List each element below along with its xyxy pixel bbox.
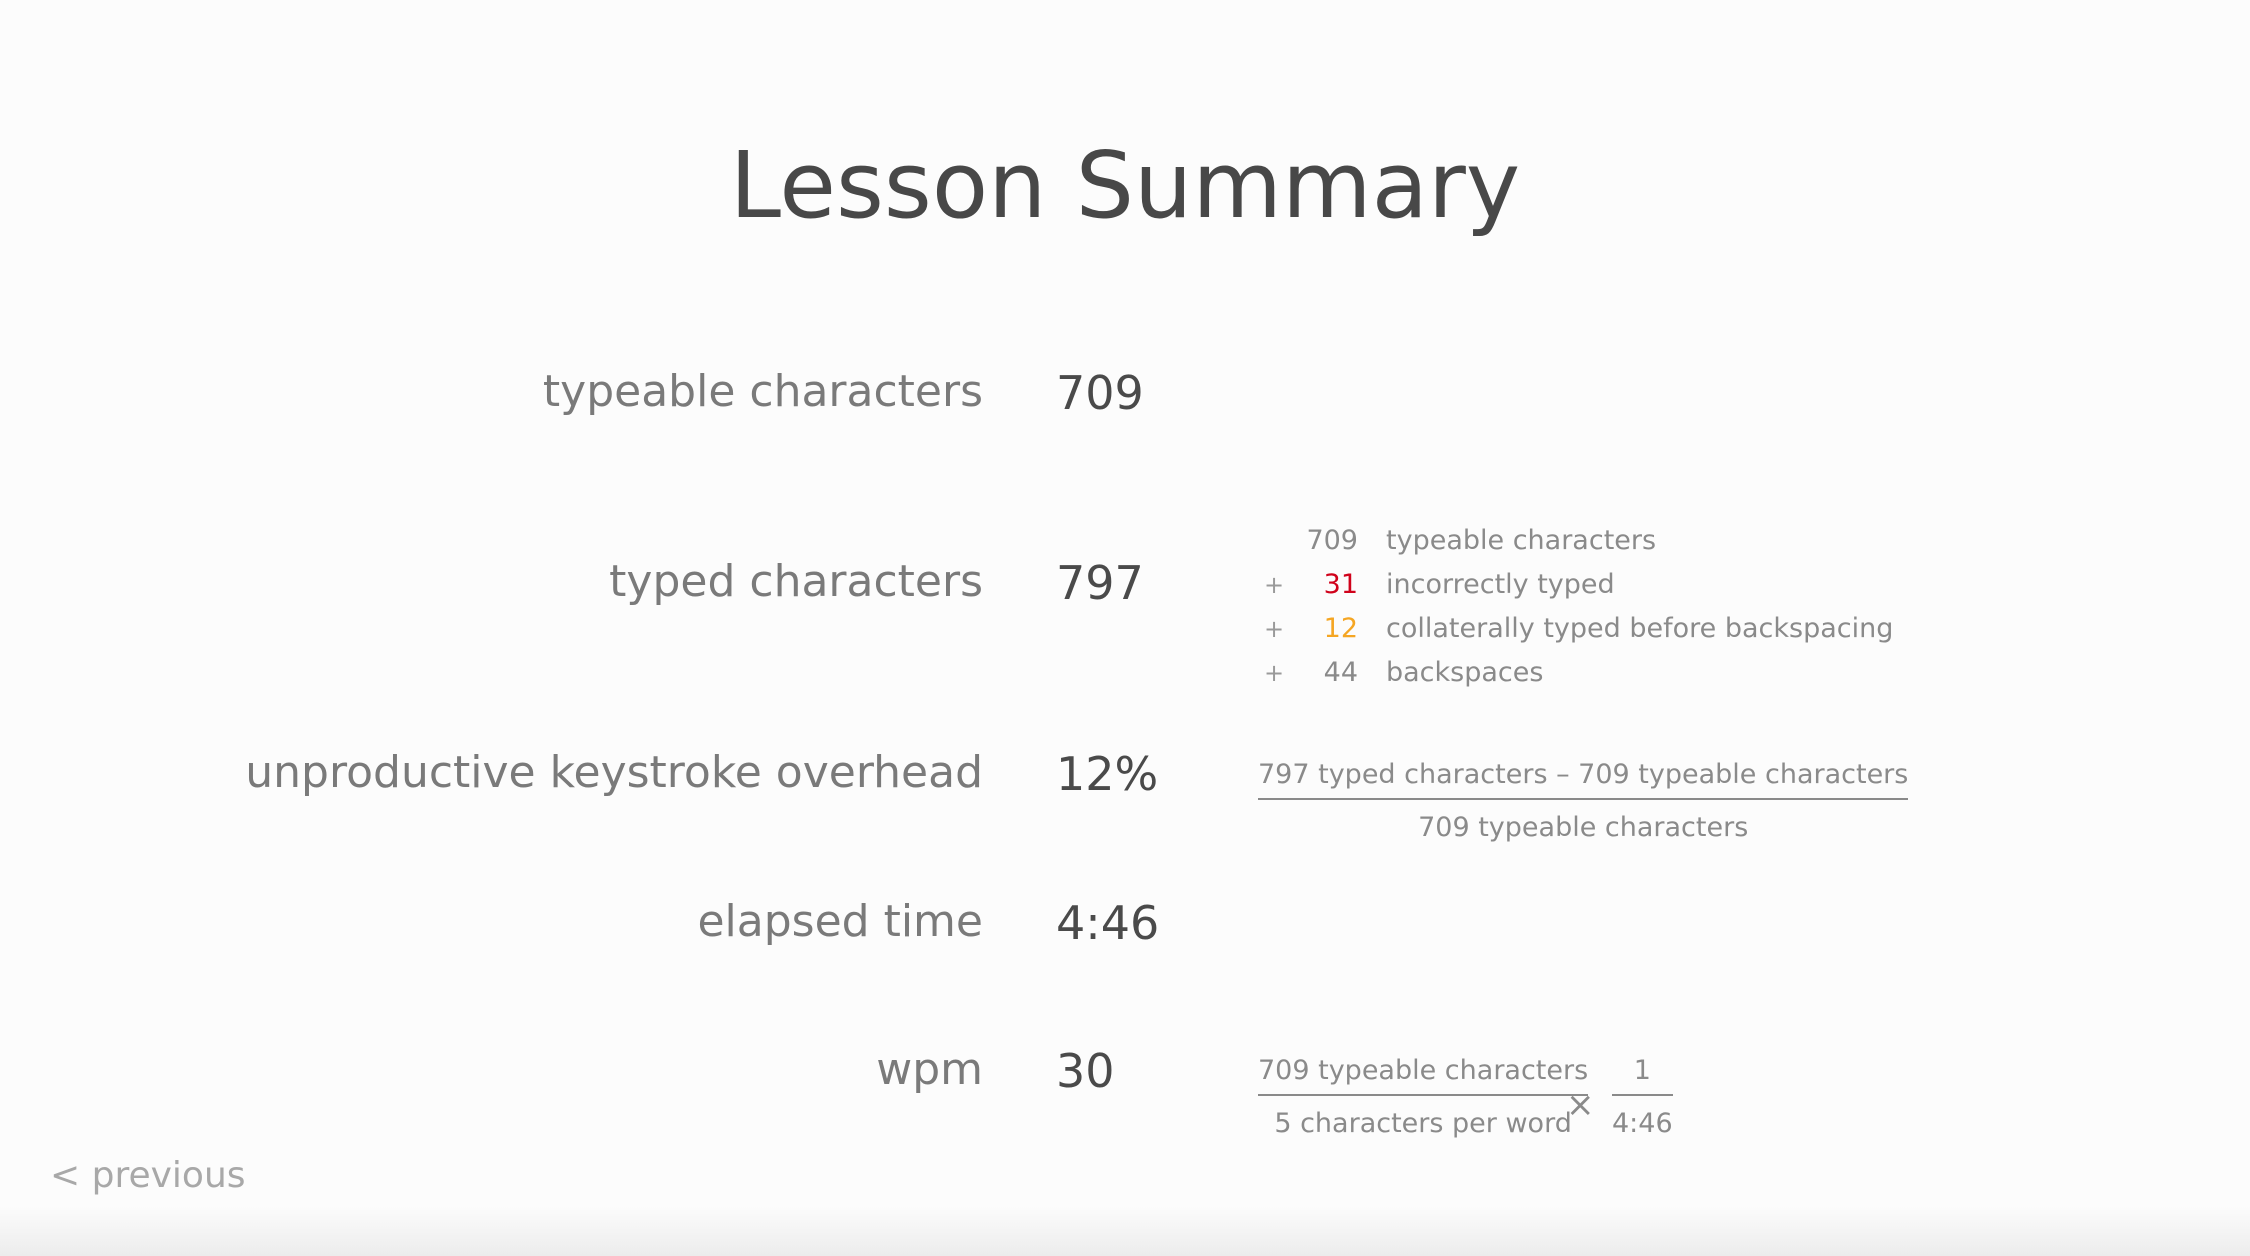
metric-label-typeable-characters: typeable characters [542, 366, 983, 417]
wpm-formula-left-fraction: 709 typeable characters 5 characters per… [1258, 1055, 1589, 1139]
overhead-formula-denominator: 709 typeable characters [1418, 812, 1749, 843]
metric-label-overhead: unproductive keystroke overhead [245, 747, 983, 798]
metric-value-overhead: 12% [1056, 747, 1159, 801]
previous-link[interactable]: < previous [50, 1158, 246, 1194]
overhead-formula-numerator: 797 typed characters – 709 typeable char… [1258, 759, 1909, 790]
breakdown-text-incorrect: incorrectly typed [1386, 569, 1615, 600]
breakdown-text-typeable: typeable characters [1386, 525, 1657, 556]
metric-value-wpm: 30 [1056, 1044, 1115, 1098]
wpm-formula-right-numerator: 1 [1633, 1055, 1651, 1086]
page-title: Lesson Summary [729, 132, 1521, 239]
multiply-sign: × [1566, 1085, 1595, 1125]
bottom-fade [0, 1206, 2250, 1256]
wpm-formula-right-denominator: 4:46 [1612, 1108, 1673, 1139]
wpm-formula-left-numerator: 709 typeable characters [1258, 1055, 1589, 1086]
wpm-formula-left-denominator: 5 characters per word [1274, 1108, 1572, 1139]
metric-value-typeable-characters: 709 [1056, 366, 1144, 420]
metric-label-elapsed-time: elapsed time [697, 896, 983, 947]
overhead-formula: 797 typed characters – 709 typeable char… [1258, 759, 1909, 843]
breakdown-text-collateral: collaterally typed before backspacing [1386, 613, 1894, 644]
metric-value-elapsed-time: 4:46 [1056, 896, 1160, 950]
breakdown-number-incorrect: 31 [1323, 569, 1358, 600]
breakdown-number-collateral: 12 [1323, 613, 1358, 644]
breakdown-number-backspaces: 44 [1323, 657, 1358, 688]
metric-label-typed-characters: typed characters [609, 556, 983, 607]
metric-label-wpm: wpm [876, 1044, 983, 1095]
metric-value-typed-characters: 797 [1056, 556, 1144, 610]
breakdown-text-backspaces: backspaces [1386, 657, 1544, 688]
breakdown-number-typeable: 709 [1306, 525, 1358, 556]
wpm-formula-right-fraction: 1 4:46 [1612, 1057, 1673, 1137]
